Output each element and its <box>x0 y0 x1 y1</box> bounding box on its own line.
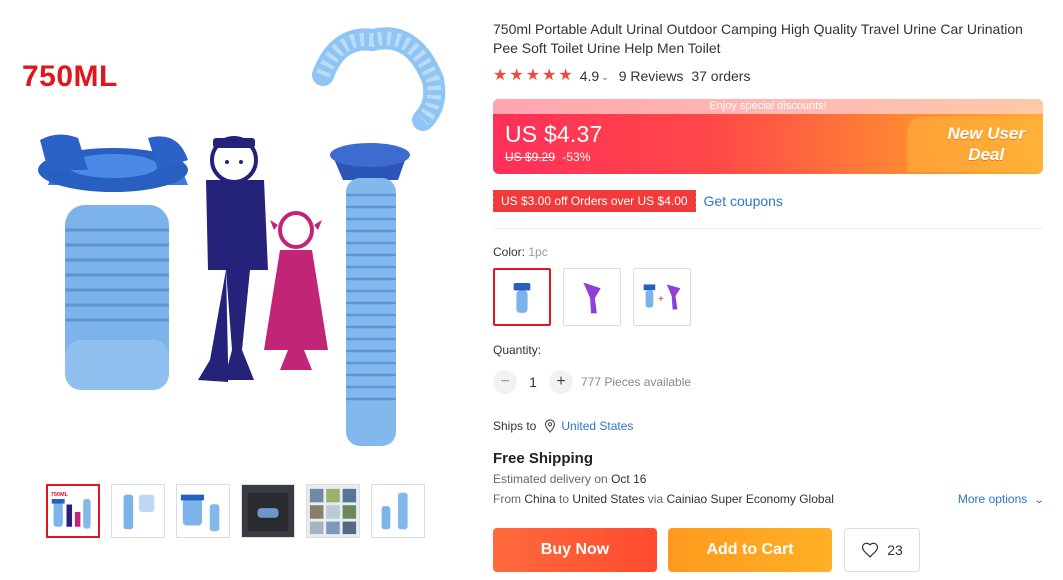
delivery-date: Oct 16 <box>611 472 647 486</box>
shipping-route: From China to United States via Cainiao … <box>493 492 834 506</box>
via-word: via <box>647 492 664 506</box>
buy-now-button[interactable]: Buy Now <box>493 528 657 572</box>
product-gallery: 750ML 750ML <box>0 0 480 580</box>
heart-icon <box>862 542 879 558</box>
color-label: Color: 1pc <box>493 245 548 259</box>
star-icon: ★ <box>493 67 508 84</box>
rating-row: ★ ★ ★ ★ ★ 4.9 ⌄ 9 Reviews 37 orders <box>493 68 751 85</box>
quantity-increase-button[interactable]: + <box>549 370 573 394</box>
color-selected-value: 1pc <box>528 245 548 259</box>
get-coupons-link[interactable]: Get coupons <box>704 193 783 209</box>
rating-value[interactable]: 4.9 <box>580 68 599 84</box>
thumbnail-strip: 750ML <box>46 484 425 538</box>
new-user-deal-badge: New User Deal <box>907 117 1043 172</box>
thumbnail-3[interactable] <box>176 484 230 538</box>
more-options-label[interactable]: More options <box>958 492 1027 506</box>
more-options-link[interactable]: More options ⌄ <box>958 492 1044 506</box>
quantity-available: 777 Pieces available <box>581 375 692 389</box>
chevron-down-icon[interactable]: ⌄ <box>601 72 609 83</box>
wishlist-button[interactable]: 23 <box>844 528 920 572</box>
free-shipping-title: Free Shipping <box>493 450 594 467</box>
coupon-row: US $3.00 off Orders over US $4.00 Get co… <box>491 190 783 212</box>
estimated-delivery: Estimated delivery on Oct 16 <box>493 472 646 486</box>
add-to-cart-button[interactable]: Add to Cart <box>668 528 832 572</box>
price-banner: Enjoy special discounts! US $4.37 US $9.… <box>493 99 1043 174</box>
from-country: China <box>524 492 556 506</box>
location-pin-icon <box>545 419 556 433</box>
original-price-row: US $9.29 -53% <box>505 150 590 164</box>
divider <box>493 228 1043 229</box>
orders-count: 37 orders <box>691 68 751 84</box>
svg-text:750ML: 750ML <box>51 492 69 498</box>
thumbnail-2[interactable] <box>111 484 165 538</box>
star-icon: ★ <box>525 67 541 84</box>
chevron-down-icon[interactable]: ⌄ <box>1033 495 1044 506</box>
star-icon: ★ <box>542 67 557 84</box>
girl-figure <box>264 211 328 370</box>
new-user-deal-line2: Deal <box>968 145 1005 164</box>
svg-text:+: + <box>658 294 664 305</box>
man-figure <box>198 136 268 382</box>
rating-stars: ★ ★ ★ ★ ★ <box>493 68 573 84</box>
shipping-carrier: Cainiao Super Economy Global <box>666 492 834 506</box>
urinal-bottle-right <box>312 27 446 446</box>
coupon-badge[interactable]: US $3.00 off Orders over US $4.00 <box>491 190 696 212</box>
quantity-stepper: − 1 + 777 Pieces available <box>493 370 691 394</box>
color-swatch-blue-urinal[interactable] <box>493 268 551 326</box>
new-user-deal-line1: New User <box>947 124 1025 143</box>
to-word: to <box>559 492 570 506</box>
reviews-link[interactable]: 9 Reviews <box>619 68 684 84</box>
from-prefix: From <box>493 492 521 506</box>
wishlist-count: 23 <box>887 542 903 558</box>
discount-strip: Enjoy special discounts! <box>493 99 1043 114</box>
ships-to-row: Ships to United States <box>493 419 633 433</box>
color-label-text: Color: <box>493 245 526 259</box>
original-price: US $9.29 <box>505 150 556 164</box>
star-icon: ★ <box>509 67 524 84</box>
color-swatch-purple-funnel[interactable] <box>563 268 621 326</box>
new-user-deal-text: New User Deal <box>948 123 1025 165</box>
product-title: 750ml Portable Adult Urinal Outdoor Camp… <box>493 21 1023 56</box>
ships-to-country[interactable]: United States <box>561 419 633 433</box>
quantity-label: Quantity: <box>493 343 542 357</box>
quantity-decrease-button[interactable]: − <box>493 370 517 394</box>
color-swatches: + <box>493 268 691 326</box>
discount-percent: -53% <box>562 150 591 164</box>
thumbnail-4[interactable] <box>241 484 295 538</box>
ships-to-label: Ships to <box>493 419 537 433</box>
volume-label: 750ML <box>22 60 118 93</box>
thumbnail-6[interactable] <box>371 484 425 538</box>
delivery-prefix: Estimated delivery on <box>493 472 608 486</box>
thumbnail-5[interactable] <box>306 484 360 538</box>
thumbnail-1[interactable]: 750ML <box>46 484 100 538</box>
color-swatch-combo[interactable]: + <box>633 268 691 326</box>
urinal-bottle-left <box>38 134 188 390</box>
star-icon: ★ <box>558 67 573 84</box>
to-country: United States <box>572 492 645 506</box>
current-price: US $4.37 <box>505 121 603 147</box>
quantity-value[interactable]: 1 <box>517 374 549 390</box>
action-buttons: Buy Now Add to Cart 23 <box>493 528 920 572</box>
